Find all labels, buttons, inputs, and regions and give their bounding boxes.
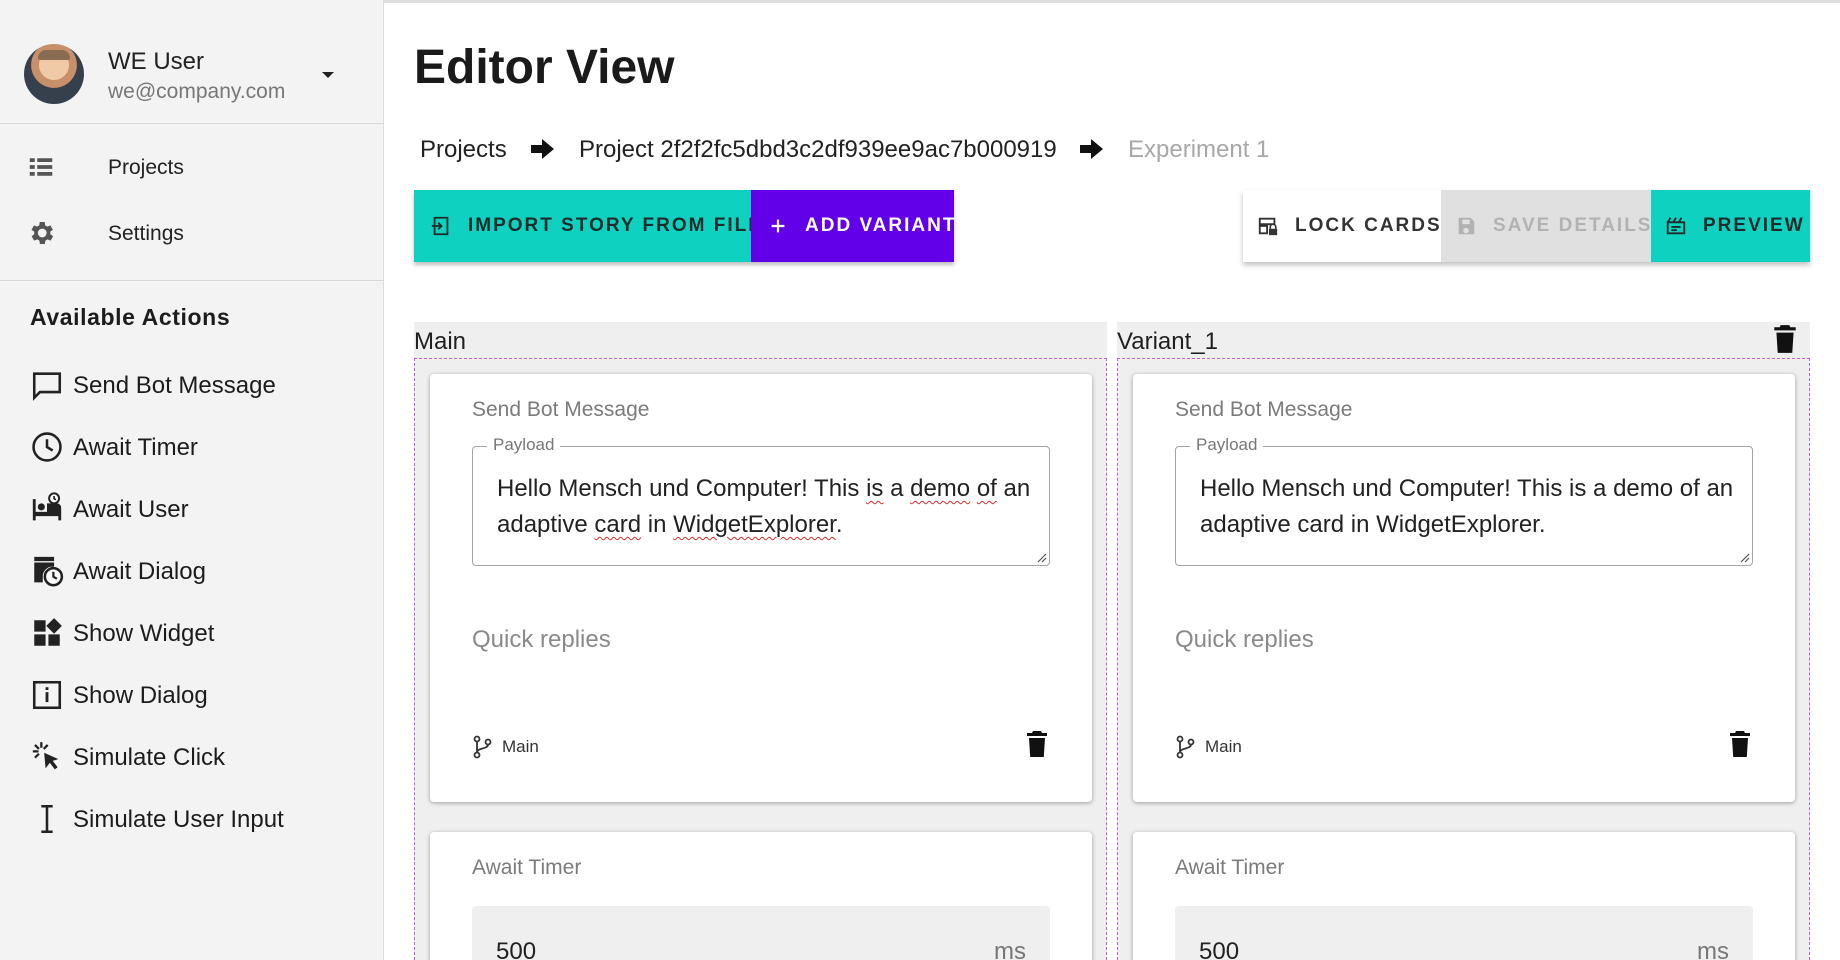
clock-icon [32, 432, 62, 462]
nav-item-projects[interactable]: Projects [0, 136, 383, 196]
branch-label: Main [502, 737, 539, 756]
user-name: WE User [108, 48, 204, 75]
resize-handle-icon[interactable] [1738, 551, 1750, 563]
send-bot-message-card[interactable]: Send Bot Message Payload Hello Mensch un… [430, 374, 1092, 802]
column-title: Main [414, 328, 467, 355]
add-variant-label: ADD VARIANT [805, 215, 957, 236]
arrow-right-icon [531, 139, 554, 159]
save-details-button: SAVE DETAILS [1441, 190, 1651, 262]
card-title: Send Bot Message [472, 398, 650, 421]
caret-down-icon[interactable] [322, 72, 334, 78]
timer-value: 500 [1199, 938, 1240, 960]
timer-value: 500 [496, 938, 537, 960]
action-simulate-user-input[interactable]: Simulate User Input [26, 796, 366, 840]
widgets-icon [34, 618, 62, 646]
resize-handle-icon[interactable] [1035, 551, 1047, 563]
gear-icon [31, 222, 54, 244]
import-story-label: IMPORT STORY FROM FILE [468, 215, 763, 236]
chat-bubble-icon [32, 372, 62, 401]
action-label: Await Timer [73, 434, 198, 461]
breadcrumb-projects[interactable]: Projects [420, 136, 507, 164]
pending-actions-icon [34, 556, 64, 587]
divider [0, 280, 383, 281]
list-icon [29, 158, 53, 176]
branch-selector[interactable]: Main [1175, 734, 1242, 760]
top-border [384, 0, 1840, 3]
payload-field[interactable]: Payload Hello Mensch und Computer! This … [1175, 435, 1753, 566]
arrow-right-icon [1080, 139, 1103, 159]
import-story-button[interactable]: IMPORT STORY FROM FILE [414, 190, 761, 262]
timer-unit: ms [1697, 938, 1729, 960]
nav-item-label: Settings [108, 222, 184, 245]
toolbar-left: IMPORT STORY FROM FILE ADD VARIANT [414, 190, 954, 262]
available-actions-heading: Available Actions [30, 304, 231, 330]
breadcrumb-experiment: Experiment 1 [1128, 136, 1270, 163]
preview-label: PREVIEW [1703, 215, 1805, 236]
card-title: Send Bot Message [1175, 398, 1353, 421]
trash-icon[interactable] [1026, 730, 1048, 758]
save-details-label: SAVE DETAILS [1493, 215, 1653, 236]
action-label: Simulate Click [73, 744, 226, 771]
user-email: we@company.com [108, 80, 286, 103]
payload-field[interactable]: Payload Hello Mensch und Computer! This … [472, 435, 1050, 566]
action-label: Show Widget [73, 620, 215, 647]
quick-replies-label: Quick replies [472, 626, 611, 653]
await-timer-card[interactable]: Await Timer 500 ms [1133, 832, 1795, 960]
action-label: Show Dialog [73, 682, 208, 709]
action-await-dialog[interactable]: Await Dialog [26, 548, 366, 592]
card-title: Await Timer [1175, 856, 1285, 879]
column-variant-1: Variant_1 Send Bot Message Payload Hello… [1117, 322, 1810, 960]
user-menu[interactable]: WE User we@company.com [0, 0, 383, 124]
sidebar: WE User we@company.com Projects Settings… [0, 0, 384, 960]
payload-label: Payload [1190, 435, 1264, 455]
save-icon [1458, 217, 1475, 235]
branch-label: Main [1205, 737, 1242, 756]
lock-cards-icon [1258, 217, 1278, 236]
breadcrumb-project[interactable]: Project 2f2f2fc5dbd3c2df939ee9ac7b000919 [579, 136, 1057, 164]
action-simulate-click[interactable]: Simulate Click [26, 734, 366, 778]
action-show-widget[interactable]: Show Widget [26, 610, 366, 654]
plus-icon [771, 219, 785, 233]
payload-text[interactable]: Hello Mensch und Computer! This is a dem… [497, 471, 1037, 543]
payload-text[interactable]: Hello Mensch und Computer! This is a dem… [1200, 471, 1740, 543]
nav-item-settings[interactable]: Settings [0, 202, 383, 262]
send-bot-message-card[interactable]: Send Bot Message Payload Hello Mensch un… [1133, 374, 1795, 802]
text-cursor-icon [41, 804, 53, 834]
branch-icon [1176, 735, 1195, 759]
column-main: Main Send Bot Message Payload Hello Mens… [414, 322, 1107, 960]
timer-input[interactable]: 500 ms [1175, 906, 1753, 960]
lock-cards-label: LOCK CARDS [1295, 215, 1442, 236]
toolbar-right: LOCK CARDS SAVE DETAILS PREVIEW [1243, 190, 1810, 262]
action-label: Simulate User Input [73, 806, 284, 833]
await-timer-card[interactable]: Await Timer 500 ms [430, 832, 1092, 960]
page-title: Editor View [414, 41, 675, 94]
info-box-icon [32, 680, 62, 710]
timer-input[interactable]: 500 ms [472, 906, 1050, 960]
add-variant-button[interactable]: ADD VARIANT [751, 190, 954, 262]
timer-unit: ms [994, 938, 1026, 960]
card-title: Await Timer [472, 856, 582, 879]
cursor-click-icon [32, 742, 59, 770]
action-show-dialog[interactable]: Show Dialog [26, 672, 366, 716]
avatar [24, 44, 84, 104]
column-title: Variant_1 [1117, 328, 1218, 355]
payload-label: Payload [487, 435, 561, 455]
preview-icon [1666, 217, 1686, 235]
action-await-timer[interactable]: Await Timer [26, 424, 366, 468]
import-icon [431, 216, 449, 236]
quick-replies-label: Quick replies [1175, 626, 1314, 653]
action-label: Send Bot Message [73, 372, 276, 399]
action-label: Await User [73, 496, 189, 523]
branch-selector[interactable]: Main [472, 734, 539, 760]
action-label: Await Dialog [73, 558, 206, 585]
trash-icon[interactable] [1729, 730, 1751, 758]
delete-variant-icon[interactable] [1772, 324, 1798, 354]
branch-icon [473, 735, 492, 759]
lock-cards-button[interactable]: LOCK CARDS [1243, 190, 1441, 262]
action-send-bot-message[interactable]: Send Bot Message [26, 362, 366, 406]
action-await-user[interactable]: Await User [26, 486, 366, 530]
preview-button[interactable]: PREVIEW [1651, 190, 1810, 262]
nav-item-label: Projects [108, 156, 184, 179]
hotel-bed-icon [32, 492, 62, 521]
